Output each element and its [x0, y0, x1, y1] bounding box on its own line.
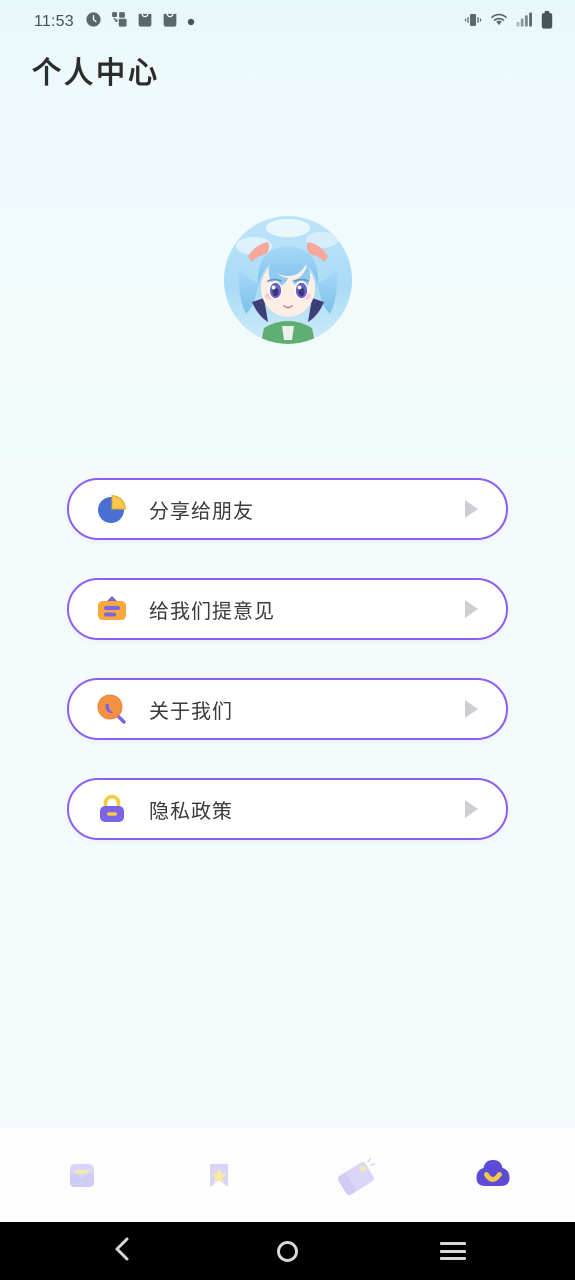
bookmark-star-icon — [198, 1154, 240, 1196]
chevron-right-icon — [465, 500, 478, 518]
menu-item-label: 分享给朋友 — [149, 500, 254, 523]
page-title: 个人中心 — [32, 56, 161, 91]
avatar[interactable] — [223, 216, 352, 344]
chevron-right-icon — [465, 700, 478, 718]
home-button[interactable] — [258, 1229, 318, 1273]
chevron-right-icon — [465, 800, 478, 818]
pie-share-icon — [95, 492, 129, 526]
tags-icon — [334, 1153, 378, 1197]
chevron-right-icon — [465, 600, 478, 618]
status-bar-left: 11:53 — [34, 11, 195, 33]
signal-icon — [516, 12, 533, 32]
menu-item-feedback[interactable]: 给我们提意见 — [67, 578, 508, 640]
wifi-icon — [490, 12, 508, 32]
back-chevron-icon — [112, 1236, 134, 1267]
settings-menu-list: 分享给朋友 给我们提意见 关于我们 隐私政策 — [67, 478, 508, 878]
home-circle-icon — [277, 1240, 298, 1262]
dot-icon — [187, 13, 195, 31]
vibrate-icon — [464, 12, 482, 33]
tab-tags[interactable] — [318, 1140, 394, 1210]
shopping-bag-icon — [162, 11, 178, 33]
phone-screen: 11:53 个人中心 分享给朋友 给我们提意见 关于我们 隐私政策 — [0, 0, 575, 1280]
cloud-profile-icon — [471, 1153, 515, 1197]
bottom-tab-bar — [0, 1128, 575, 1222]
status-time: 11:53 — [34, 13, 74, 30]
shopping-bag-icon — [137, 11, 153, 33]
back-button[interactable] — [93, 1229, 153, 1273]
android-nav-bar — [0, 1222, 575, 1280]
anime-character-avatar — [223, 216, 352, 344]
about-magnifier-icon — [95, 692, 129, 726]
tab-inbox[interactable] — [44, 1140, 120, 1210]
avatar-image — [223, 216, 352, 344]
menu-item-share[interactable]: 分享给朋友 — [67, 478, 508, 540]
menu-item-label: 隐私政策 — [149, 800, 233, 823]
tab-bookmarks[interactable] — [181, 1140, 257, 1210]
menu-item-about[interactable]: 关于我们 — [67, 678, 508, 740]
status-bar-right — [464, 10, 553, 34]
status-bar: 11:53 — [0, 0, 575, 44]
clock-icon — [85, 11, 102, 33]
lock-icon — [95, 792, 129, 826]
tab-profile[interactable] — [455, 1140, 531, 1210]
recents-button[interactable] — [423, 1229, 483, 1273]
menu-item-label: 给我们提意见 — [149, 600, 275, 623]
battery-icon — [541, 10, 553, 34]
menu-item-privacy[interactable]: 隐私政策 — [67, 778, 508, 840]
recents-menu-icon — [439, 1242, 466, 1260]
share-network-icon — [111, 11, 128, 33]
feedback-card-icon — [95, 592, 129, 626]
inbox-icon — [61, 1154, 103, 1196]
menu-item-label: 关于我们 — [149, 700, 233, 723]
